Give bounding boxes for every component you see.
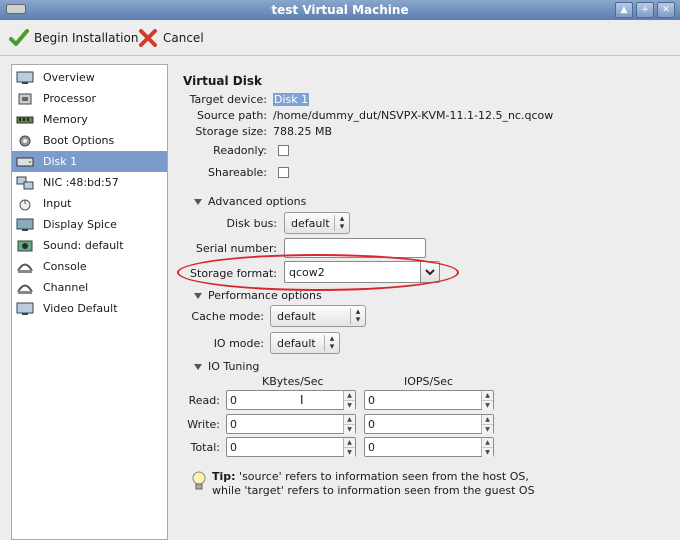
monitor-icon [16,71,34,84]
sidebar-item-overview[interactable]: Overview [12,67,167,88]
disk-details-panel: Virtual Disk Target device: Disk 1 Sourc… [170,56,680,540]
io-mode-value: default [277,336,316,350]
updown-arrows-icon: ▴ ▾ [329,334,335,352]
updown-arrows-icon: ▴ ▾ [339,214,345,232]
window-title: test Virtual Machine [271,3,409,17]
hardware-list: Overview Processor Memory Boot Options D… [11,64,168,540]
io-tuning-expander-arrow-icon[interactable] [194,364,202,370]
sidebar-item-disk-1[interactable]: Disk 1 [12,151,167,172]
close-window-button[interactable]: ✕ [657,2,675,18]
memory-icon [16,116,34,123]
sidebar-item-label: Overview [43,71,95,84]
sidebar-item-channel[interactable]: Channel [12,277,167,298]
updown-arrows-icon: ▴ ▾ [355,307,361,325]
gear-icon [19,135,31,146]
source-path-value: /home/dummy_dut/NSVPX-KVM-11.1-12.5_nc.q… [273,109,554,122]
cancel-button[interactable]: Cancel [137,26,204,50]
iops-column-header: IOPS/Sec [404,375,454,388]
disk-bus-combo[interactable]: default ▴ ▾ [284,212,350,234]
io-tuning-expander[interactable]: IO Tuning [208,360,259,373]
sidebar-item-label: Disk 1 [43,155,78,168]
sidebar-item-label: Boot Options [43,134,115,147]
sidebar-item-display-spice[interactable]: Display Spice [12,214,167,235]
total-iops-spinner[interactable]: 0 ▲ ▼ [364,437,494,457]
network-icon [16,176,34,189]
source-path-label: Source path: [197,109,267,122]
disk-bus-label: Disk bus: [226,217,277,230]
performance-expander-arrow-icon[interactable] [194,293,202,299]
sidebar-item-label: Display Spice [43,218,117,231]
total-kbytes-spinner[interactable]: 0 ▲ ▼ [226,437,356,457]
cache-mode-label: Cache mode: [191,310,264,323]
write-iops-spinner[interactable]: 0 ▲ ▼ [364,414,494,434]
cache-mode-combo[interactable]: default ▴ ▾ [270,305,366,327]
advanced-options-expander[interactable]: Advanced options [208,195,306,208]
sidebar-item-label: Memory [43,113,88,126]
advanced-expander-arrow-icon[interactable] [194,199,202,205]
performance-options-expander[interactable]: Performance options [208,289,322,302]
sidebar-item-input[interactable]: Input [12,193,167,214]
sound-icon [17,240,33,251]
storage-size-label: Storage size: [195,125,267,138]
storage-size-value: 788.25 MB [273,125,333,138]
sidebar-item-nic[interactable]: NIC :48:bd:57 [12,172,167,193]
sidebar-item-console[interactable]: Console [12,256,167,277]
target-device-label: Target device: [189,93,267,106]
check-icon [9,29,29,46]
sidebar-item-label: Video Default [43,302,118,315]
total-label: Total: [190,441,220,454]
sidebar-item-label: Sound: default [43,239,124,252]
sidebar-item-processor[interactable]: Processor [12,88,167,109]
disk-icon [16,157,34,166]
target-device-value: Disk 1 [273,93,310,106]
io-mode-label: IO mode: [213,337,264,350]
title-bar: test Virtual Machine ▲ + ✕ [0,0,680,20]
read-kbytes-spinner[interactable]: 0 ▲ ▼ [226,390,356,410]
maximize-window-button[interactable]: + [636,2,654,18]
sidebar-item-boot-options[interactable]: Boot Options [12,130,167,151]
lightbulb-icon [192,471,206,490]
shareable-label: Shareable: [208,166,267,179]
chip-icon [18,93,32,104]
sidebar-item-video[interactable]: Video Default [12,298,167,319]
io-mode-combo[interactable]: default ▴ ▾ [270,332,340,354]
sidebar-item-memory[interactable]: Memory [12,109,167,130]
display-icon [16,218,34,231]
toolbar: Begin Installation Cancel [0,20,680,56]
shade-window-button[interactable]: ▲ [615,2,633,18]
kbytes-column-header: KBytes/Sec [262,375,324,388]
readonly-label: Readonly: [213,144,267,157]
write-label: Write: [187,418,220,431]
begin-installation-label: Begin Installation [34,31,139,45]
readonly-checkbox[interactable] [278,145,289,156]
read-iops-spinner[interactable]: 0 ▲ ▼ [364,390,494,410]
sidebar-item-label: Processor [43,92,96,105]
cache-mode-value: default [277,309,316,323]
write-kbytes-spinner[interactable]: 0 ▲ ▼ [226,414,356,434]
tip-line-1: Tip: 'source' refers to information seen… [212,470,529,483]
channel-icon [17,284,33,294]
sidebar-item-label: NIC :48:bd:57 [43,176,119,189]
disk-bus-value: default [291,216,330,230]
cancel-label: Cancel [163,31,204,45]
cancel-icon [139,29,157,47]
virtual-disk-title: Virtual Disk [183,74,262,88]
tip-line-2: while 'target' refers to information see… [212,484,535,497]
sidebar-item-label: Console [43,260,87,273]
serial-number-label: Serial number: [195,242,277,255]
text-cursor-icon: I [300,393,304,407]
sidebar-item-sound[interactable]: Sound: default [12,235,167,256]
annotation-ellipse [177,254,459,291]
video-icon [16,302,34,315]
read-label: Read: [188,394,220,407]
sidebar-item-label: Input [43,197,72,210]
mouse-icon [19,199,31,210]
console-icon [17,263,33,273]
sidebar-item-label: Channel [43,281,89,294]
begin-installation-button[interactable]: Begin Installation [8,26,138,50]
shareable-checkbox[interactable] [278,167,289,178]
